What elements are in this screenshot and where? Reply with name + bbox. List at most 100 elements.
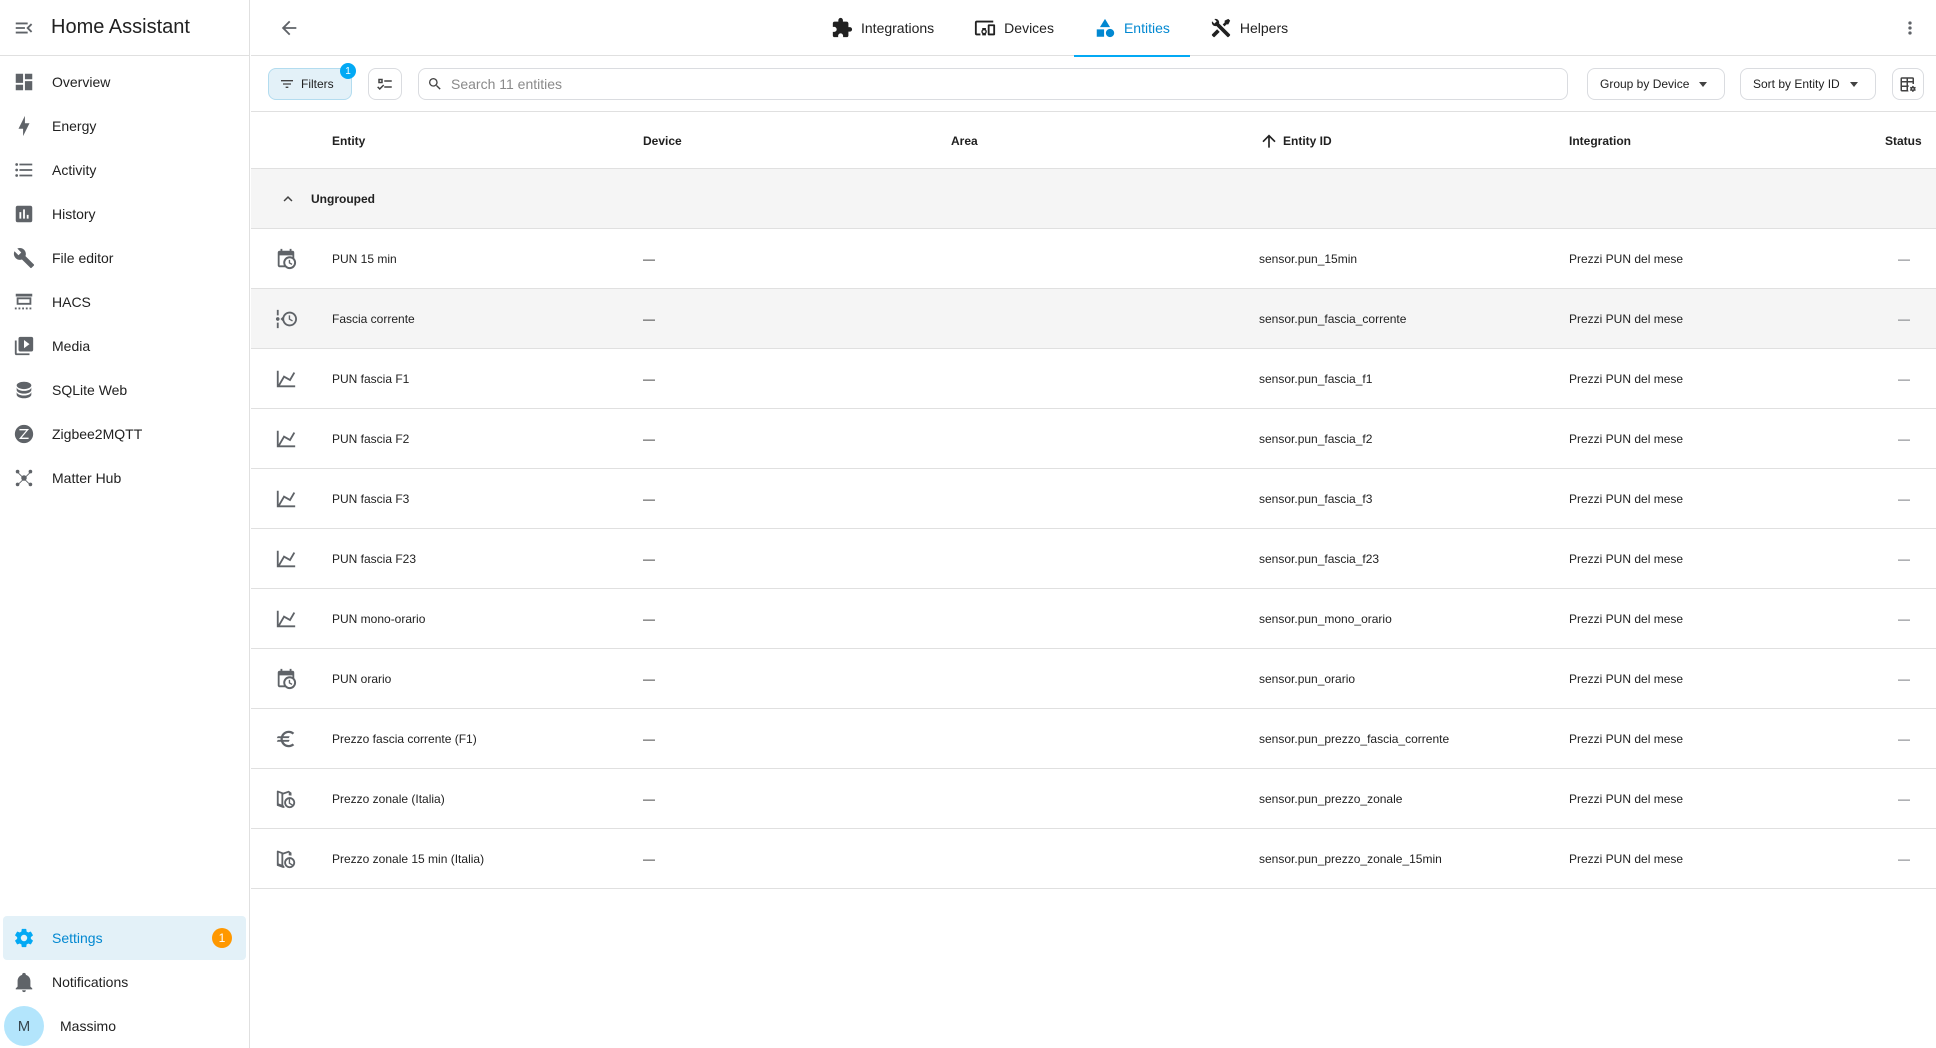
column-header-entity-id[interactable]: Entity ID — [1259, 112, 1332, 169]
table-row[interactable]: PUN fascia F3 — sensor.pun_fascia_f3 Prezzi… — [251, 469, 1936, 529]
lightning-icon — [12, 114, 36, 138]
entity-id: sensor.pun_prezzo_zonale — [1259, 791, 1403, 806]
menu-toggle-button[interactable] — [0, 4, 48, 52]
sidebar-item-energy[interactable]: Energy — [0, 104, 249, 148]
hub-icon — [12, 466, 36, 490]
sidebar-item-activity[interactable]: Activity — [0, 148, 249, 192]
filters-button[interactable]: Filters 1 — [268, 63, 356, 100]
table-row[interactable]: PUN mono-orario — sensor.pun_mono_orario Pr… — [251, 589, 1936, 649]
list-icon — [12, 158, 36, 182]
sidebar-item-media[interactable]: Media — [0, 324, 249, 368]
search-icon — [429, 78, 441, 90]
column-header-entity[interactable]: Entity — [332, 112, 365, 169]
checklist-icon — [377, 78, 392, 90]
status-value: — — [1898, 311, 1910, 326]
sidebar-item-label: History — [52, 206, 96, 222]
device-value: — — [643, 311, 655, 326]
table-row[interactable]: Prezzo fascia corrente (F1) — sensor.pun_p… — [251, 709, 1936, 769]
status-value: — — [1898, 251, 1910, 266]
column-header-device[interactable]: Device — [643, 112, 682, 169]
sidebar-item-label: Zigbee2MQTT — [52, 426, 143, 442]
status-value: — — [1898, 491, 1910, 506]
puzzle-icon — [831, 17, 853, 39]
devices-icon — [974, 17, 996, 39]
search-box[interactable] — [418, 68, 1568, 100]
group-by-dropdown[interactable]: Group by Device — [1587, 68, 1725, 100]
tab-devices[interactable]: Devices — [954, 0, 1074, 56]
status-value: — — [1898, 611, 1910, 626]
entity-id: sensor.pun_mono_orario — [1259, 611, 1392, 626]
entity-id: sensor.pun_fascia_f2 — [1259, 431, 1373, 446]
back-button[interactable] — [265, 4, 313, 52]
sidebar-item-history[interactable]: History — [0, 192, 249, 236]
column-header-label: Entity ID — [1283, 133, 1332, 148]
table-row[interactable]: Prezzo zonale (Italia) — sensor.pun_prezzo… — [251, 769, 1936, 829]
sidebar-item-label: SQLite Web — [52, 382, 128, 398]
device-value: — — [643, 551, 655, 566]
sidebar-item-hacs[interactable]: HACS — [0, 280, 249, 324]
sidebar-item-file-editor[interactable]: File editor — [0, 236, 249, 280]
sort-by-dropdown[interactable]: Sort by Entity ID — [1740, 68, 1876, 100]
chart-line-icon — [272, 349, 300, 408]
arrow-left-icon — [281, 20, 297, 36]
avatar: M — [4, 1006, 44, 1046]
tab-bar: Integrations Devices Entities Helpers — [811, 0, 1308, 57]
wrench-icon — [12, 246, 36, 270]
app-title: Home Assistant — [51, 16, 190, 38]
entity-name: PUN fascia F3 — [332, 491, 410, 506]
entity-name: PUN mono-orario — [332, 611, 426, 626]
integration-name: Prezzi PUN del mese — [1569, 311, 1684, 326]
sidebar: Home Assistant Overview Energy Activity His… — [0, 0, 250, 1048]
sidebar-item-zigbee2mqtt[interactable]: Zigbee2MQTT — [0, 412, 249, 456]
more-options-button[interactable] — [1898, 14, 1922, 42]
entity-id: sensor.pun_prezzo_fascia_corrente — [1259, 731, 1450, 746]
entity-name: PUN orario — [332, 671, 392, 686]
sidebar-item-label: Activity — [52, 162, 97, 178]
top-bar: Integrations Devices Entities Helpers — [251, 0, 1936, 57]
device-value: — — [643, 791, 655, 806]
sidebar-item-user[interactable]: M Massimo — [0, 1004, 249, 1048]
tab-label: Integrations — [861, 20, 935, 36]
table-row[interactable]: Prezzo zonale 15 min (Italia) — sensor.pun… — [251, 829, 1936, 889]
tab-entities[interactable]: Entities — [1073, 0, 1190, 57]
tab-helpers[interactable]: Helpers — [1190, 0, 1308, 56]
table-row[interactable]: PUN 15 min — sensor.pun_15min Prezzi PUN de… — [251, 229, 1936, 289]
table-row[interactable]: Fascia corrente — sensor.pun_fascia_corren… — [251, 289, 1936, 349]
column-header-integration[interactable]: Integration — [1569, 112, 1631, 169]
group-label: Ungrouped — [311, 191, 375, 206]
column-header-area[interactable]: Area — [951, 112, 978, 169]
caret-down-icon — [1849, 81, 1858, 87]
sidebar-item-overview[interactable]: Overview — [0, 60, 249, 104]
sidebar-item-label: Settings — [52, 930, 103, 946]
table-settings-button[interactable] — [1892, 68, 1924, 100]
sidebar-item-matter-hub[interactable]: Matter Hub — [0, 456, 249, 500]
selection-mode-button[interactable] — [368, 68, 402, 100]
entity-id: sensor.pun_fascia_corrente — [1259, 311, 1407, 326]
device-value: — — [643, 251, 655, 266]
group-header-ungrouped[interactable]: Ungrouped — [251, 169, 1936, 229]
sidebar-item-label: File editor — [52, 250, 114, 266]
calendar-clock-icon — [272, 649, 300, 708]
tab-label: Entities — [1123, 20, 1170, 36]
status-value: — — [1898, 851, 1910, 866]
sidebar-item-notifications[interactable]: Notifications — [0, 960, 249, 1004]
table-row[interactable]: PUN fascia F23 — sensor.pun_fascia_f23 Prez… — [251, 529, 1936, 589]
integration-name: Prezzi PUN del mese — [1569, 431, 1684, 446]
sidebar-item-sqlite-web[interactable]: SQLite Web — [0, 368, 249, 412]
device-value: — — [643, 431, 655, 446]
chart-line-icon — [272, 409, 300, 468]
table-row[interactable]: PUN fascia F1 — sensor.pun_fascia_f1 Prezzi… — [251, 349, 1936, 409]
device-value: — — [643, 491, 655, 506]
device-value: — — [643, 731, 655, 746]
dashboard-icon — [12, 70, 36, 94]
arrow-up-icon — [1262, 133, 1276, 148]
column-header-status[interactable]: Status — [1885, 112, 1922, 169]
tab-integrations[interactable]: Integrations — [811, 0, 954, 56]
zigbee-icon — [12, 422, 36, 446]
media-icon — [12, 334, 36, 358]
table-row[interactable]: PUN fascia F2 — sensor.pun_fascia_f2 Prezzi… — [251, 409, 1936, 469]
table-row[interactable]: PUN orario — sensor.pun_orario Prezzi PUN d… — [251, 649, 1936, 709]
sidebar-header: Home Assistant — [0, 0, 249, 56]
search-input[interactable] — [451, 76, 1551, 92]
sidebar-item-settings[interactable]: Settings 1 — [3, 916, 246, 960]
